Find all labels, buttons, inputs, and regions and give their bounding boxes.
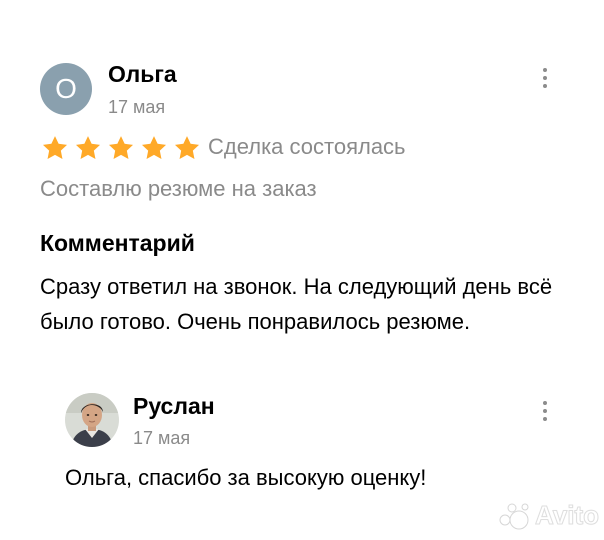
star-icon [108, 136, 134, 159]
review-date: 17 мая [108, 97, 166, 117]
author-avatar[interactable]: О [40, 63, 92, 115]
star-icon [141, 136, 167, 159]
star-icon [174, 136, 200, 159]
avatar-letter: О [55, 73, 77, 104]
reply-more-menu-icon[interactable] [535, 396, 555, 426]
star-icon [75, 136, 101, 159]
rating-stars [40, 134, 202, 162]
avito-logo-icon [499, 503, 529, 529]
review-more-menu-icon[interactable] [535, 63, 555, 93]
watermark-text: Avito [534, 500, 600, 531]
star-icon [42, 136, 68, 159]
review-author-name[interactable]: Ольга [108, 61, 177, 88]
reply-author-name[interactable]: Руслан [133, 393, 215, 420]
deal-status: Сделка состоялась [208, 134, 406, 159]
reply-text: Ольга, спасибо за высокую оценку! [65, 465, 427, 490]
avito-watermark: Avito [497, 500, 600, 531]
comment-text: Сразу ответил на звонок. На следующий де… [40, 274, 553, 334]
comment-heading: Комментарий [40, 230, 195, 256]
avatar-photo-icon [65, 393, 119, 447]
service-title: Составлю резюме на заказ [40, 176, 317, 201]
reply-date: 17 мая [133, 428, 191, 448]
reply-author-avatar[interactable] [65, 393, 119, 447]
